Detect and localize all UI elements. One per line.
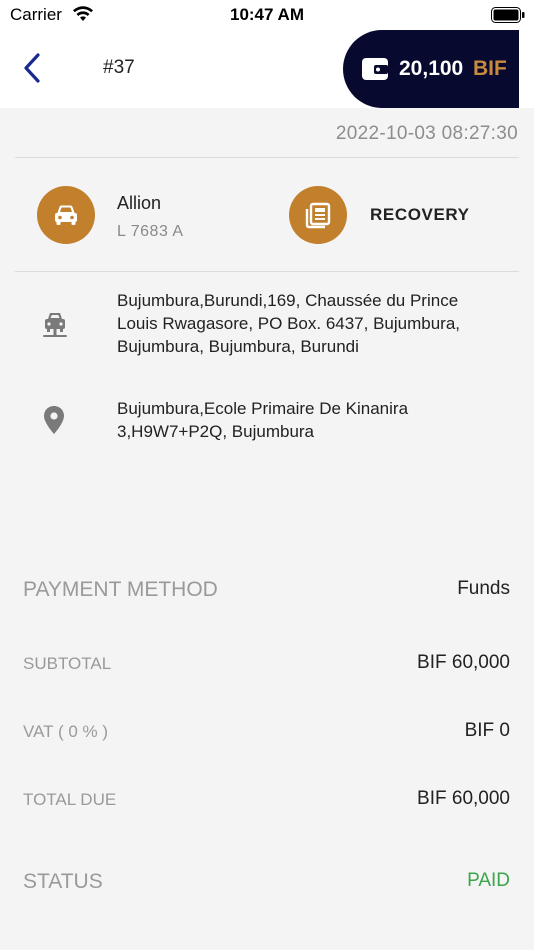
vehicle-name: Allion: [117, 193, 162, 213]
status-badge: PAID: [467, 870, 510, 891]
vat-label: VAT ( 0 % ): [23, 722, 109, 741]
service-badge: [289, 186, 347, 244]
back-button[interactable]: [16, 50, 52, 86]
payment-method-label: PAYMENT METHOD: [23, 578, 218, 601]
status-bar: Carrier 10:47 AM: [0, 0, 534, 30]
tow-truck-icon: [42, 310, 68, 343]
clock-time: 10:47 AM: [229, 5, 304, 24]
dropoff-address: Bujumbura,Ecole Primaire De Kinanira 3,H…: [117, 399, 409, 441]
total-due-label: TOTAL DUE: [23, 790, 117, 809]
navigation-bar: #37 20,100 BIF: [0, 30, 534, 108]
location-pin-icon: [43, 405, 65, 440]
divider: [15, 157, 519, 158]
wallet-icon: [361, 55, 389, 88]
chevron-left-icon: [24, 53, 40, 83]
car-icon: [55, 205, 77, 225]
plate-number: L 7683 A: [117, 223, 184, 240]
newspaper-icon: [305, 202, 331, 229]
vat-value: BIF 0: [464, 720, 510, 741]
subtotal-label: SUBTOTAL: [23, 654, 112, 673]
service-type: RECOVERY: [370, 205, 470, 224]
divider: [15, 271, 519, 272]
vehicle-badge: [37, 186, 95, 244]
order-number: #37: [103, 57, 135, 78]
wallet-balance-button[interactable]: 20,100 BIF: [343, 30, 519, 108]
total-due-value: BIF 60,000: [417, 788, 510, 809]
wallet-amount: 20,100: [399, 57, 464, 80]
wallet-currency: BIF: [473, 57, 507, 80]
subtotal-value: BIF 60,000: [417, 652, 510, 673]
payment-method-value: Funds: [457, 578, 510, 599]
pickup-address: Bujumbura,Burundi,169, Chaussée du Princ…: [117, 291, 461, 356]
order-datetime: 2022-10-03 08:27:30: [335, 123, 518, 144]
battery-icon: [491, 7, 525, 28]
status-label: STATUS: [23, 870, 103, 893]
